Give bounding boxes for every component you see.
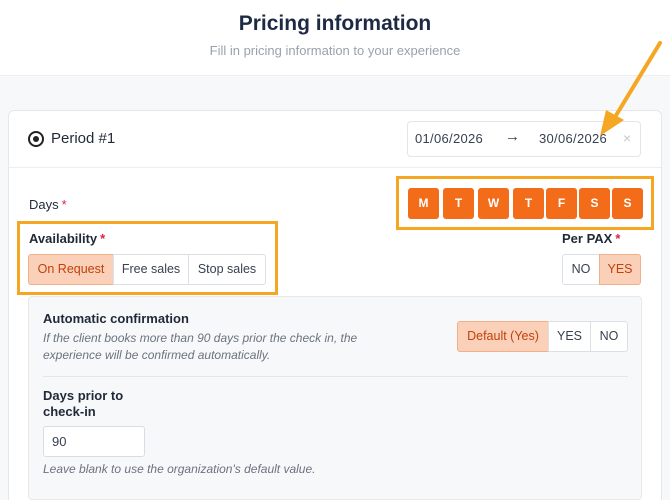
auto-confirm-yes-button[interactable]: YES: [548, 321, 591, 352]
days-prior-hint: Leave blank to use the organization's de…: [43, 462, 316, 476]
period-radio-icon[interactable]: [28, 131, 44, 147]
availability-free-sales-button[interactable]: Free sales: [113, 254, 189, 285]
day-button-thu[interactable]: T: [513, 188, 544, 219]
days-label: Days *: [29, 197, 67, 212]
days-prior-label-line1: Days prior to: [43, 388, 124, 403]
availability-on-request-button[interactable]: On Request: [28, 254, 114, 285]
date-start-value[interactable]: 01/06/2026: [415, 131, 483, 146]
auto-confirm-no-button[interactable]: NO: [590, 321, 628, 352]
day-button-fri[interactable]: F: [546, 188, 577, 219]
day-button-wed[interactable]: W: [478, 188, 509, 219]
annotation-arrow-icon: [600, 41, 662, 136]
arrow-right-icon: →: [505, 128, 520, 145]
day-button-mon[interactable]: M: [408, 188, 439, 219]
per-pax-no-button[interactable]: NO: [562, 254, 600, 285]
period-title: Period #1: [51, 130, 116, 147]
auto-confirm-description-line1: If the client books more than 90 days pr…: [43, 331, 358, 345]
auto-confirm-default-button[interactable]: Default (Yes): [457, 321, 549, 352]
days-prior-label-line2: check-in: [43, 404, 96, 419]
availability-stop-sales-button[interactable]: Stop sales: [188, 254, 266, 285]
day-button-sat[interactable]: S: [579, 188, 610, 219]
auto-confirm-label: Automatic confirmation: [43, 311, 189, 326]
per-pax-yes-button[interactable]: YES: [599, 254, 641, 285]
per-pax-label: Per PAX *: [562, 231, 621, 246]
page-title: Pricing information: [238, 12, 432, 35]
auto-confirm-description-line2: experience will be confirmed automatical…: [43, 348, 271, 362]
availability-label: Availability *: [29, 231, 106, 246]
day-button-tue[interactable]: T: [443, 188, 474, 219]
panel-divider: [43, 376, 628, 377]
day-button-sun[interactable]: S: [612, 188, 643, 219]
card-divider: [9, 167, 661, 168]
days-prior-input[interactable]: 90: [43, 426, 145, 457]
page-subtitle: Fill in pricing information to your expe…: [209, 43, 461, 58]
